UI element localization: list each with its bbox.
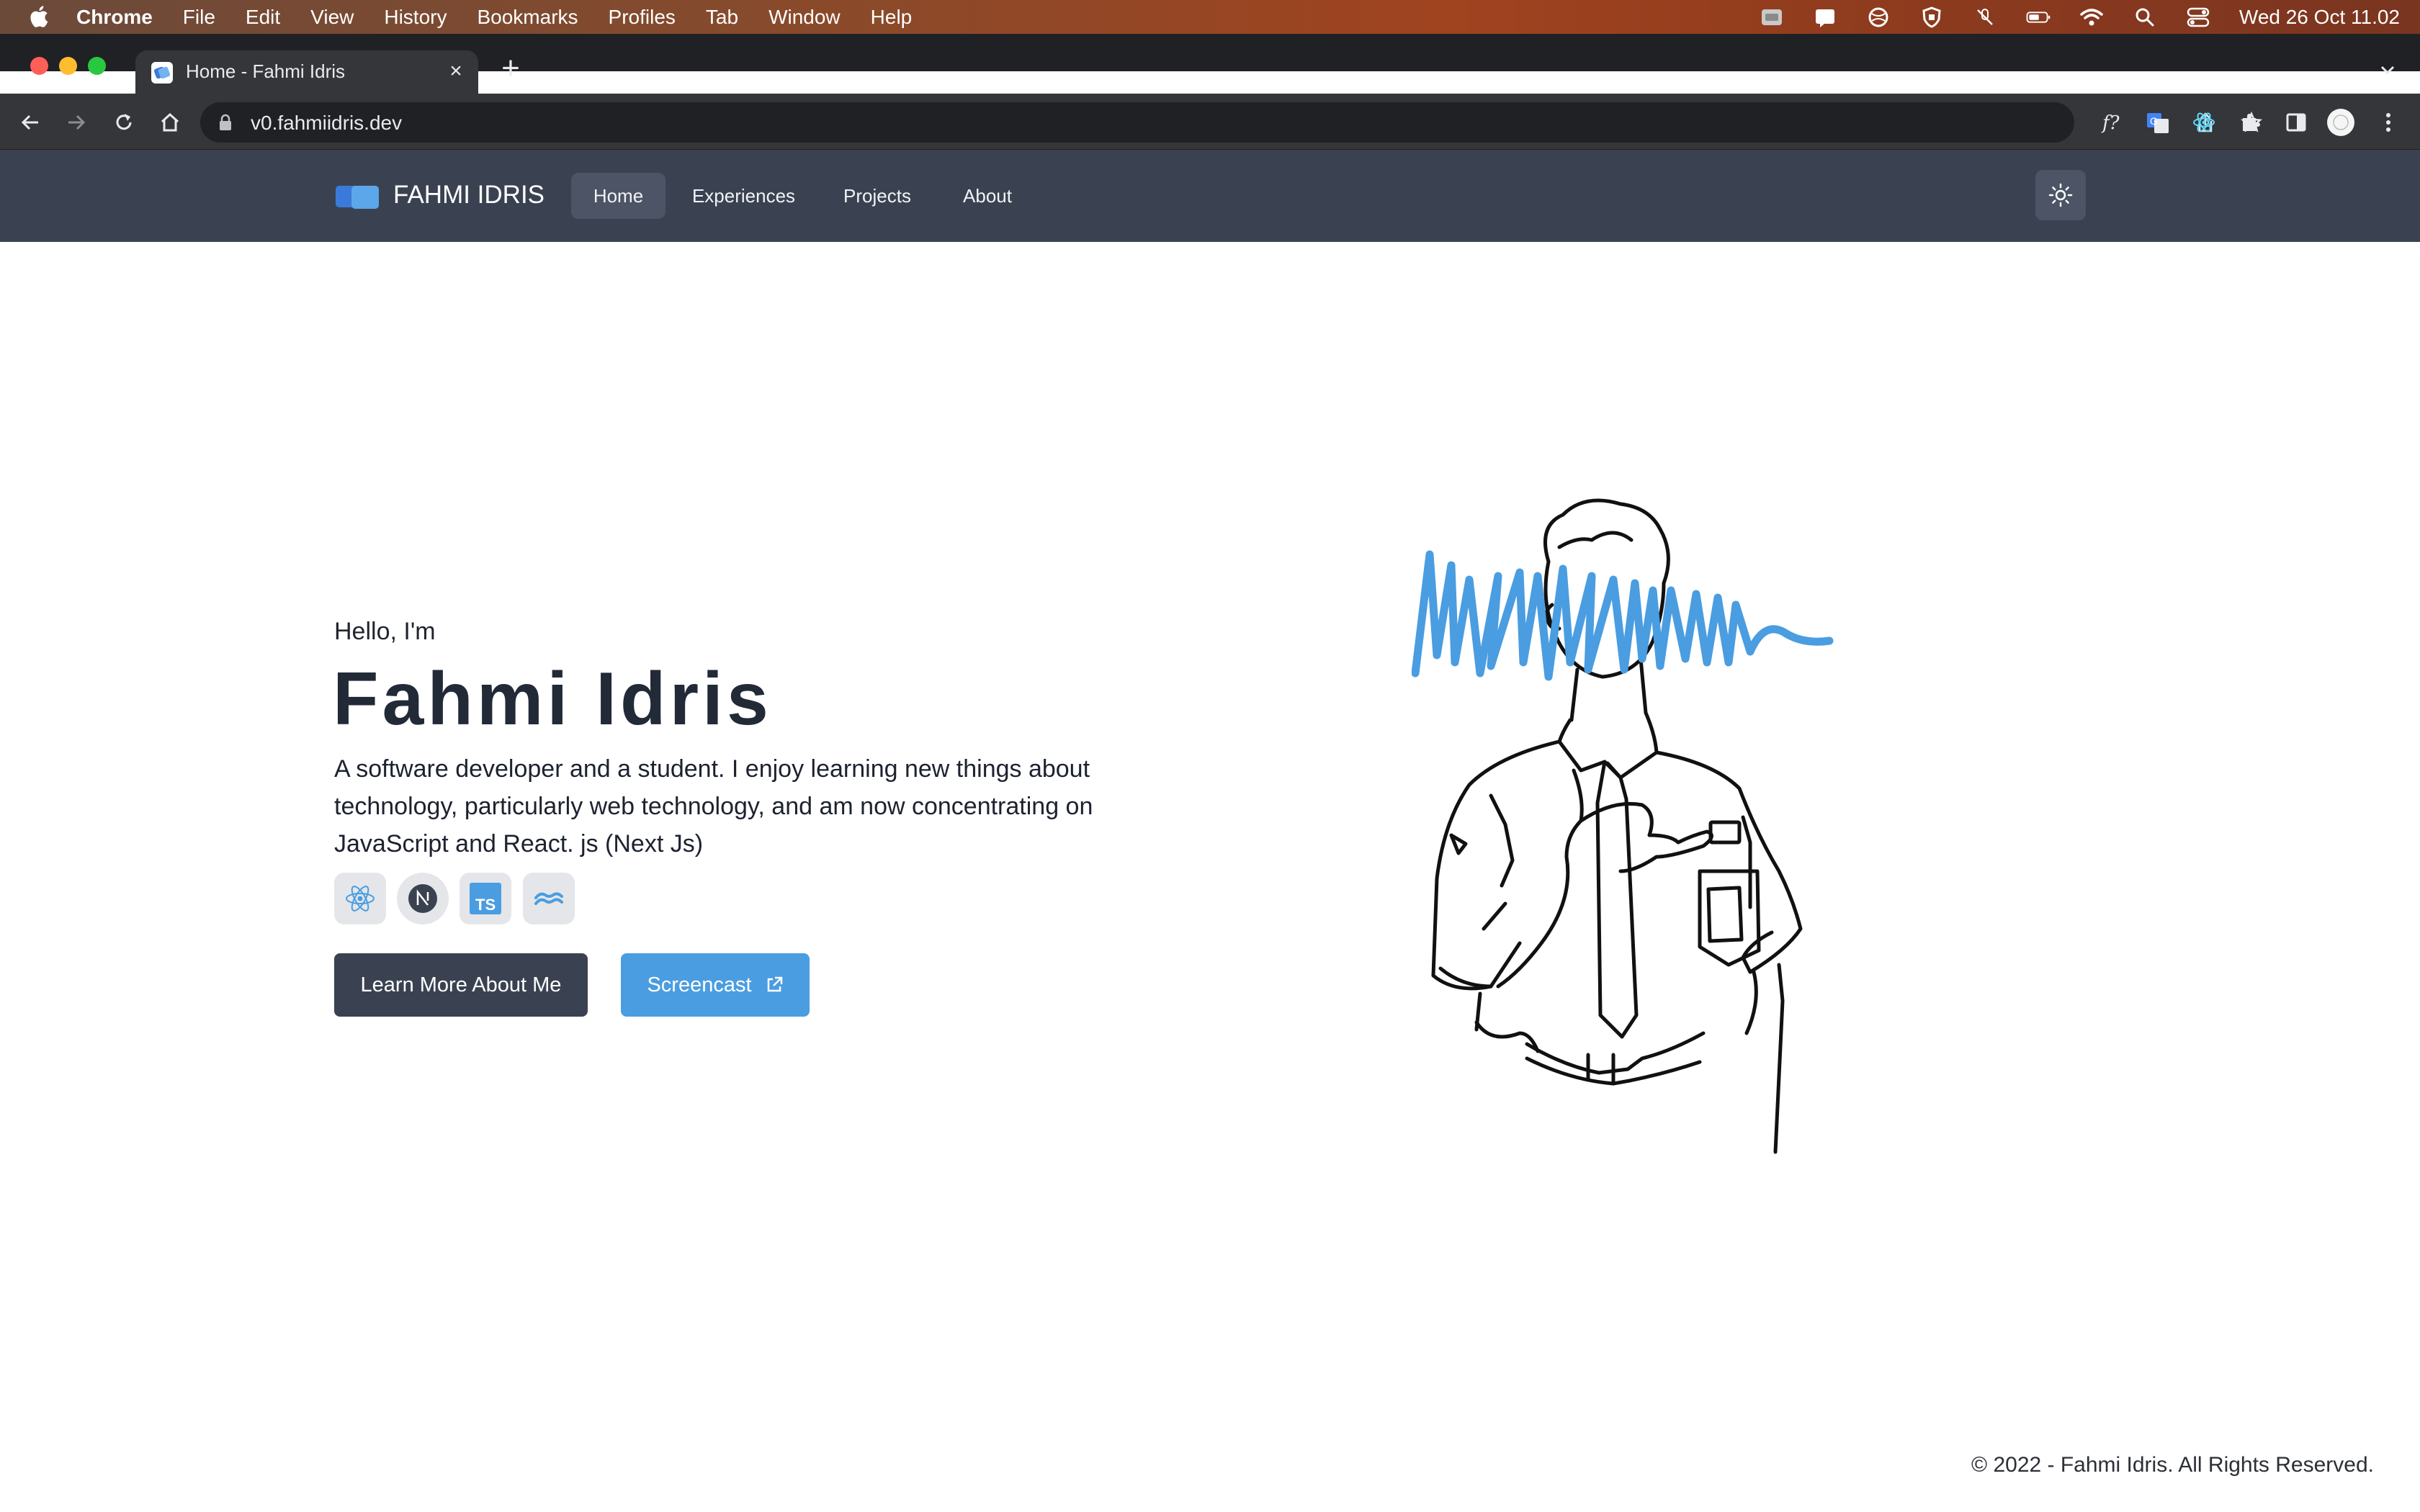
url-text[interactable]: v0.fahmiidris.dev [251,112,402,135]
svg-text:G: G [2150,115,2158,127]
battery-icon[interactable] [2026,6,2051,28]
react-icon [334,873,386,924]
menu-view[interactable]: View [310,6,354,29]
translate-extension-icon[interactable]: G [2143,108,2172,137]
nav-about[interactable]: About [949,173,1026,219]
window-minimize-button[interactable] [59,57,77,75]
hero-greeting: Hello, I'm [334,618,436,645]
back-arrow-icon[interactable] [16,108,45,137]
macos-menu-bar: Chrome File Edit View History Bookmarks … [0,0,2420,34]
screencast-button-label: Screencast [647,973,752,996]
site-favicon-icon [151,62,173,84]
nav-experiences[interactable]: Experiences [680,173,807,219]
extensions-puzzle-icon[interactable] [2236,108,2264,137]
address-bar[interactable]: v0.fahmiidris.dev [200,102,2262,143]
tab-search-chevron-icon[interactable] [2377,59,2398,81]
brand-logo-icon[interactable] [334,183,380,210]
wifi-icon[interactable] [2079,6,2104,28]
home-icon[interactable] [156,108,184,137]
chrome-menu-icon[interactable] [2374,108,2403,137]
footer-copyright: © 2022 - Fahmi Idris. All Rights Reserve… [1971,1453,2374,1477]
profile-avatar[interactable] [2326,108,2355,137]
menu-app-name[interactable]: Chrome [76,6,153,29]
browser-tab-active[interactable]: Home - Fahmi Idris × [135,50,478,94]
hero-bio: A software developer and a student. I en… [334,755,1093,858]
control-center-icon[interactable] [2186,6,2210,28]
mic-off-icon[interactable] [1973,6,1997,28]
menu-profiles[interactable]: Profiles [609,6,676,29]
external-link-icon [767,976,782,992]
menu-bookmarks[interactable]: Bookmarks [477,6,578,29]
apple-logo-icon[interactable] [27,4,49,29]
react-devtools-icon[interactable] [2190,108,2218,137]
hero-illustration-person [1412,498,1834,1154]
tab-title: Home - Fahmi Idris [186,60,346,82]
spotlight-search-icon[interactable] [2133,6,2157,28]
menu-history[interactable]: History [384,6,447,29]
learn-more-button[interactable]: Learn More About Me [334,953,588,1017]
menu-edit[interactable]: Edit [246,6,280,29]
svg-text:f?: f? [2101,112,2120,134]
sun-icon [2048,183,2073,207]
svg-text:TS: TS [475,896,496,914]
disk-utility-icon[interactable] [1760,6,1784,28]
hero-name: Fahmi Idris [333,657,772,741]
brand-name[interactable]: FAHMI IDRIS [393,181,544,210]
menu-tab[interactable]: Tab [706,6,738,29]
lock-icon[interactable] [219,114,232,131]
shield-icon[interactable] [1919,6,1944,28]
menu-file[interactable]: File [183,6,215,29]
menubar-clock[interactable]: Wed 26 Oct 11.02 [2239,6,2400,29]
theme-toggle-button[interactable] [2035,170,2086,220]
globe-vpn-icon[interactable] [1866,6,1891,28]
reload-icon[interactable] [109,108,138,137]
window-zoom-button[interactable] [88,57,106,75]
side-panel-icon[interactable] [2282,108,2311,137]
forward-arrow-icon[interactable] [62,108,91,137]
new-tab-button[interactable]: + [498,53,523,84]
menu-help[interactable]: Help [871,6,913,29]
notes-icon[interactable] [1813,6,1837,28]
screencast-button[interactable]: Screencast [621,953,810,1017]
function-extension-icon[interactable]: f? [2097,108,2126,137]
nav-home[interactable]: Home [571,173,666,219]
nextjs-icon [397,873,449,924]
tab-close-icon[interactable]: × [445,60,467,82]
window-close-button[interactable] [30,57,48,75]
nav-projects[interactable]: Projects [830,173,925,219]
menu-window[interactable]: Window [768,6,841,29]
typescript-icon: TS [460,873,511,924]
tailwind-icon [523,873,575,924]
